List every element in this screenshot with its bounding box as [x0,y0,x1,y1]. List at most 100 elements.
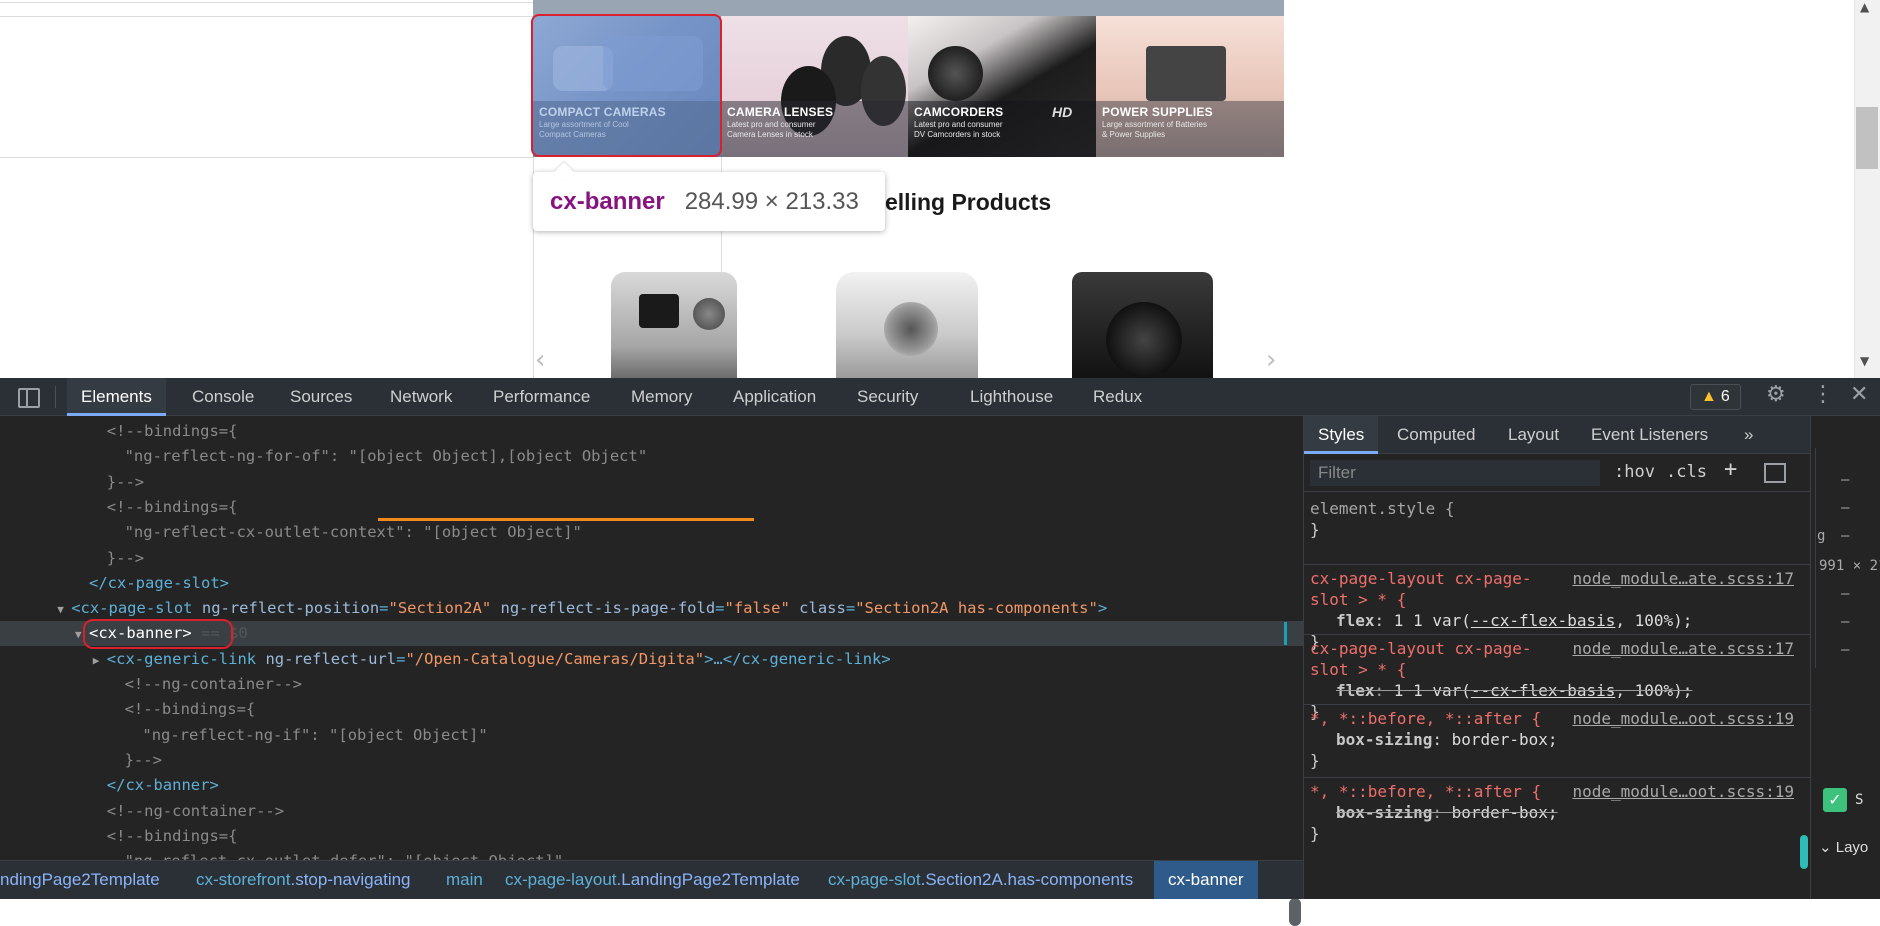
product-image[interactable] [611,272,737,378]
tab-elements[interactable]: Elements [67,378,166,416]
css-rule[interactable]: element.style {} [1310,498,1810,540]
breadcrumb-tag: cx-page-layout [505,870,617,889]
styles-scrollbar[interactable] [1800,835,1808,869]
tab-sources[interactable]: Sources [290,378,352,416]
dom-comment-line[interactable]: }--> [0,470,1303,495]
gear-icon[interactable]: ⚙ [1766,382,1786,407]
breadcrumb-class: .stop-navigating [290,870,411,889]
dom-line-text: }--> [106,548,145,567]
carousel-next-icon[interactable]: › [1266,345,1276,375]
css-declaration[interactable]: flex: 1 1 var(--cx-flex-basis, 100%); [1310,610,1810,631]
banner-power-supplies[interactable]: POWER SUPPLIES Large assortment of Batte… [1096,16,1284,157]
dom-comment-line[interactable]: "ng-reflect-cx-outlet-context": "[object… [0,520,1303,545]
toggle-sidebar-icon[interactable] [1764,463,1786,483]
tab-application[interactable]: Application [733,378,816,416]
rule-source-link[interactable]: node_module…ate.scss:17 [1572,638,1794,659]
elements-scrollbar[interactable] [1289,898,1301,926]
tab-performance[interactable]: Performance [493,378,590,416]
devtools-panel: Elements Console Sources Network Perform… [0,378,1880,926]
checkbox-checked[interactable]: ✓ [1823,788,1847,812]
warnings-badge[interactable]: ▲ 6 [1690,384,1741,410]
dom-comment-line[interactable]: "ng-reflect-ng-if": "[object Object]" [0,723,1303,748]
collapse-triangle-icon[interactable]: ▶ [93,648,107,673]
banner-camera-lenses[interactable]: CAMERA LENSES Latest pro and consumer Ca… [721,16,908,157]
dom-comment-line[interactable]: <!--ng-container--> [0,799,1303,824]
hover-state-button[interactable]: :hov [1614,462,1655,482]
tab-lighthouse[interactable]: Lighthouse [970,378,1053,416]
css-declaration[interactable]: flex: 1 1 var(--cx-flex-basis, 100%); [1310,680,1810,701]
breadcrumb-class: .Section2A.has-components [920,870,1134,889]
tab-network[interactable]: Network [390,378,452,416]
styles-pane: Styles Computed Layout Event Listeners »… [1303,416,1810,899]
hd-badge: HD [1052,104,1073,120]
dom-comment-line[interactable]: <!--bindings={ [0,697,1303,722]
tab-redux[interactable]: Redux [1093,378,1142,416]
dom-comment-line[interactable]: "ng-reflect-ng-for-of": "[object Object]… [0,444,1303,469]
dom-node-line[interactable]: ▶ <cx-generic-link ng-reflect-url="/Open-… [0,647,1303,672]
rule-source-link[interactable]: node_module…oot.scss:19 [1572,708,1794,729]
breadcrumb-item[interactable]: cx-storefront.stop-navigating [196,861,411,899]
annotation-red-box [531,14,722,157]
dom-line-text: }--> [106,472,145,491]
breadcrumb-item[interactable]: cx-page-slot.Section2A.has-components [828,861,1133,899]
scroll-up-icon[interactable]: ▲ [1860,0,1869,14]
kebab-menu-icon[interactable]: ⋮ [1812,382,1834,407]
product-image[interactable] [1072,272,1213,378]
tab-styles[interactable]: Styles [1304,416,1379,454]
rule-source-link[interactable]: node_module…ate.scss:17 [1572,568,1794,589]
styles-filter-input[interactable] [1310,460,1600,486]
css-rule[interactable]: *, *::before, *::after {box-sizing: bord… [1310,781,1810,844]
tab-layout[interactable]: Layout [1508,416,1559,454]
dom-comment-line[interactable]: <!--bindings={ [0,824,1303,849]
box-model-dimensions: 991 × 213 [1819,558,1880,574]
tab-computed[interactable]: Computed [1397,416,1475,454]
layout-section-toggle[interactable]: ⌄ Layo [1819,838,1868,856]
css-declaration[interactable]: box-sizing: border-box; [1310,802,1810,823]
breadcrumb-item[interactable]: cx-page-layout.LandingPage2Template [505,861,800,899]
dom-line-text: <!--bindings={ [106,422,238,440]
dom-comment-line[interactable]: "ng-reflect-cx-outlet-defer": "[object O… [0,849,1303,860]
banner-title: POWER SUPPLIES [1102,105,1213,119]
banner-title: CAMERA LENSES [727,105,834,119]
rule-source-link[interactable]: node_module…oot.scss:19 [1572,781,1794,802]
tab-console[interactable]: Console [192,378,254,416]
dom-comment-line[interactable]: <!--bindings={ [0,495,1303,520]
promo-button[interactable] [1595,0,1657,6]
dom-line-text: "ng-reflect-ng-if": "[object Object]" [142,725,488,744]
rule-close-brace: } [1310,824,1320,843]
rule-divider [1304,777,1810,778]
tab-event-listeners[interactable]: Event Listeners [1591,416,1708,454]
carousel-prev-icon[interactable]: ‹ [535,345,545,375]
banner-camcorders[interactable]: CAMCORDERS Latest pro and consumer DV Ca… [908,16,1096,157]
dom-node-line[interactable]: ▼ <cx-page-slot ng-reflect-position="Sect… [0,596,1303,621]
dom-comment-line[interactable]: <!--bindings={ [0,419,1303,444]
box-model-dash: – [1841,528,1850,544]
dom-comment-line[interactable]: <!--ng-container--> [0,672,1303,697]
close-icon[interactable]: ✕ [1850,382,1868,407]
page-divider [0,157,533,158]
dom-comment-line[interactable]: }--> [0,748,1303,773]
page-divider [0,2,533,3]
class-toggle-button[interactable]: .cls [1666,462,1707,482]
tab-security[interactable]: Security [857,378,918,416]
charger-image [1146,46,1226,101]
breadcrumb-item[interactable]: ndingPage2Template [0,861,160,899]
expand-triangle-icon[interactable]: ▼ [57,597,71,622]
product-image[interactable] [836,272,978,378]
css-declaration[interactable]: box-sizing: border-box; [1310,729,1810,750]
toolbar-divider [55,386,56,408]
page-scrollbar-thumb[interactable] [1856,107,1878,169]
dom-comment-line[interactable]: }--> [0,546,1303,571]
css-rule[interactable]: *, *::before, *::after {box-sizing: bord… [1310,708,1810,771]
tab-memory[interactable]: Memory [631,378,692,416]
dom-node-line[interactable]: </cx-page-slot> [0,571,1303,596]
scroll-down-icon[interactable]: ▼ [1860,354,1869,368]
dock-side-icon[interactable] [18,388,40,408]
more-tabs-icon[interactable]: » [1744,416,1753,454]
dom-line-text: <!--ng-container--> [124,675,302,693]
new-rule-icon[interactable]: + [1724,457,1737,482]
page-scrollbar[interactable] [1854,0,1880,378]
dom-node-line[interactable]: </cx-banner> [0,773,1303,798]
breadcrumb-item[interactable]: cx-banner [1154,861,1258,899]
breadcrumb-item[interactable]: main [446,861,483,899]
